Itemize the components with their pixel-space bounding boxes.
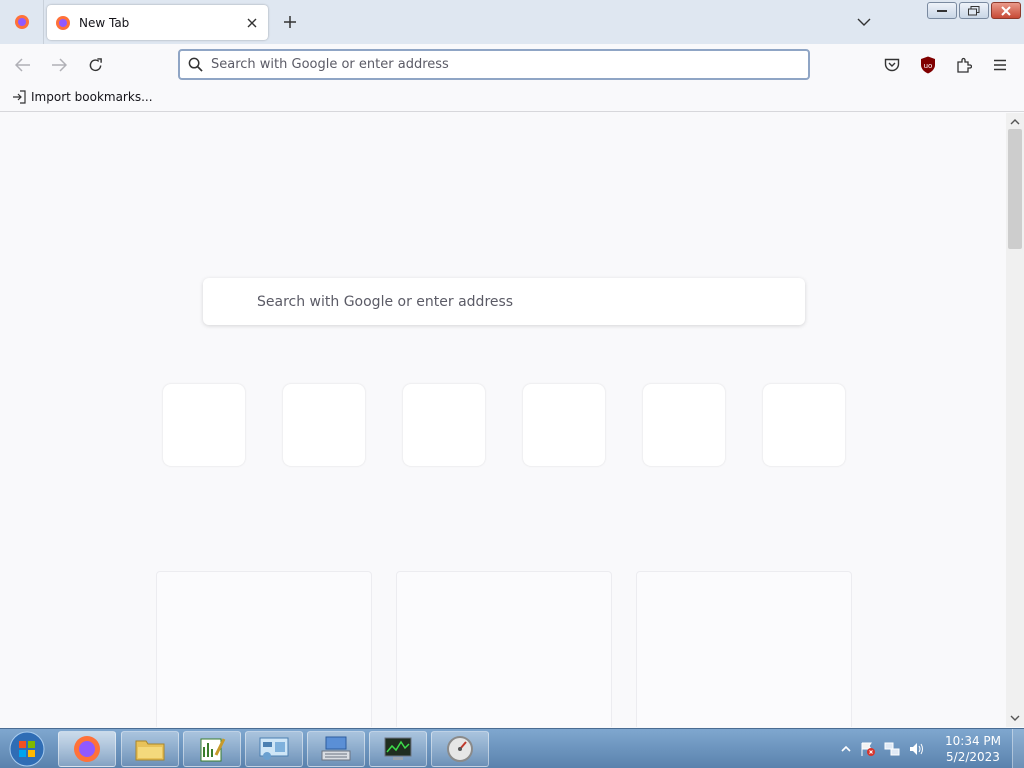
taskbar-clock[interactable]: 10:34 PM 5/2/2023 <box>940 733 1006 765</box>
story-card[interactable] <box>636 571 852 727</box>
close-icon <box>247 18 257 27</box>
scroll-up-button[interactable] <box>1006 115 1024 129</box>
control-panel-icon <box>259 737 289 760</box>
navigation-toolbar: Search with Google or enter address uo <box>0 44 1024 86</box>
top-site-tile[interactable] <box>523 384 605 466</box>
puzzle-piece-icon <box>957 57 972 73</box>
chevron-down-icon <box>857 18 871 26</box>
plus-icon <box>284 16 296 28</box>
forward-button[interactable] <box>44 50 74 80</box>
volume-icon[interactable] <box>908 741 924 757</box>
story-card[interactable] <box>156 571 372 727</box>
bookmarks-toolbar: Import bookmarks... <box>0 86 1024 112</box>
windows-taskbar: 10:34 PM 5/2/2023 <box>0 728 1024 768</box>
close-window-button[interactable] <box>991 2 1021 19</box>
monitor-chart-icon <box>384 737 412 760</box>
scroll-down-button[interactable] <box>1006 711 1024 725</box>
firefox-view-button[interactable] <box>0 0 44 44</box>
page-scrollbar[interactable] <box>1006 113 1024 727</box>
top-site-tile[interactable] <box>283 384 365 466</box>
taskbar-task-manager[interactable] <box>369 731 427 767</box>
window-controls <box>927 2 1021 19</box>
top-site-tile[interactable] <box>403 384 485 466</box>
new-tab-button[interactable] <box>276 8 304 36</box>
search-icon <box>188 57 203 72</box>
firefox-icon <box>74 736 100 762</box>
extensions-button[interactable] <box>951 52 977 78</box>
ublock-shield-icon: uo <box>921 56 935 74</box>
scrollbar-thumb[interactable] <box>1008 129 1022 249</box>
taskbar-control-panel[interactable] <box>245 731 303 767</box>
back-button[interactable] <box>8 50 38 80</box>
app-menu-button[interactable] <box>987 52 1013 78</box>
import-bookmarks-label: Import bookmarks... <box>31 90 153 104</box>
reload-icon <box>89 57 102 71</box>
tab-strip: New Tab <box>0 0 1024 44</box>
top-site-tile[interactable] <box>643 384 725 466</box>
close-tab-button[interactable] <box>240 11 264 35</box>
clock-date: 5/2/2023 <box>946 750 1000 764</box>
system-tray <box>840 729 924 768</box>
tab-title: New Tab <box>79 15 130 30</box>
chevron-up-icon <box>1010 119 1020 125</box>
taskbar-file-explorer[interactable] <box>121 731 179 767</box>
address-bar[interactable]: Search with Google or enter address <box>178 49 810 80</box>
firefox-icon <box>56 15 70 30</box>
hamburger-menu-icon <box>994 59 1006 71</box>
tab-new-tab[interactable]: New Tab <box>47 5 268 40</box>
address-bar-placeholder: Search with Google or enter address <box>211 57 449 72</box>
svg-text:uo: uo <box>924 62 933 70</box>
taskbar-gauge-utility[interactable] <box>431 731 489 767</box>
top-site-tile[interactable] <box>763 384 845 466</box>
taskbar-notepad-editor[interactable] <box>183 731 241 767</box>
story-card[interactable] <box>396 571 612 727</box>
folder-icon <box>135 740 165 761</box>
forward-arrow-icon <box>52 58 67 72</box>
new-tab-page: Search with Google or enter address <box>0 113 1006 727</box>
windows-logo-icon <box>9 731 45 767</box>
minimize-icon <box>937 9 947 12</box>
restore-icon <box>968 5 980 15</box>
chevron-down-icon <box>1010 715 1020 721</box>
gauge-icon <box>447 736 473 762</box>
minimize-button[interactable] <box>927 2 957 19</box>
network-icon[interactable] <box>884 741 900 757</box>
newtab-search-box[interactable]: Search with Google or enter address <box>203 278 805 325</box>
import-icon <box>13 90 26 104</box>
taskbar-firefox[interactable] <box>58 731 116 767</box>
list-all-tabs-button[interactable] <box>852 10 876 34</box>
keyboard-icon <box>321 736 351 761</box>
close-icon <box>1001 5 1011 16</box>
import-bookmarks-button[interactable]: Import bookmarks... <box>12 90 153 104</box>
notepad-icon <box>200 738 226 762</box>
top-site-tile[interactable] <box>163 384 245 466</box>
ublock-origin-button[interactable]: uo <box>915 52 941 78</box>
firefox-icon <box>14 15 29 29</box>
clock-time: 10:34 PM <box>945 734 1001 748</box>
reload-button[interactable] <box>80 50 110 80</box>
start-button[interactable] <box>4 730 50 768</box>
pocket-button[interactable] <box>879 52 905 78</box>
restore-button[interactable] <box>959 2 989 19</box>
newtab-search-placeholder: Search with Google or enter address <box>257 293 514 310</box>
taskbar-keyboard-settings[interactable] <box>307 731 365 767</box>
pocket-icon <box>884 58 900 72</box>
back-arrow-icon <box>15 58 30 72</box>
show-desktop-button[interactable] <box>1012 729 1024 768</box>
show-hidden-icons-icon[interactable] <box>840 744 852 754</box>
action-center-flag-icon[interactable] <box>860 741 876 757</box>
